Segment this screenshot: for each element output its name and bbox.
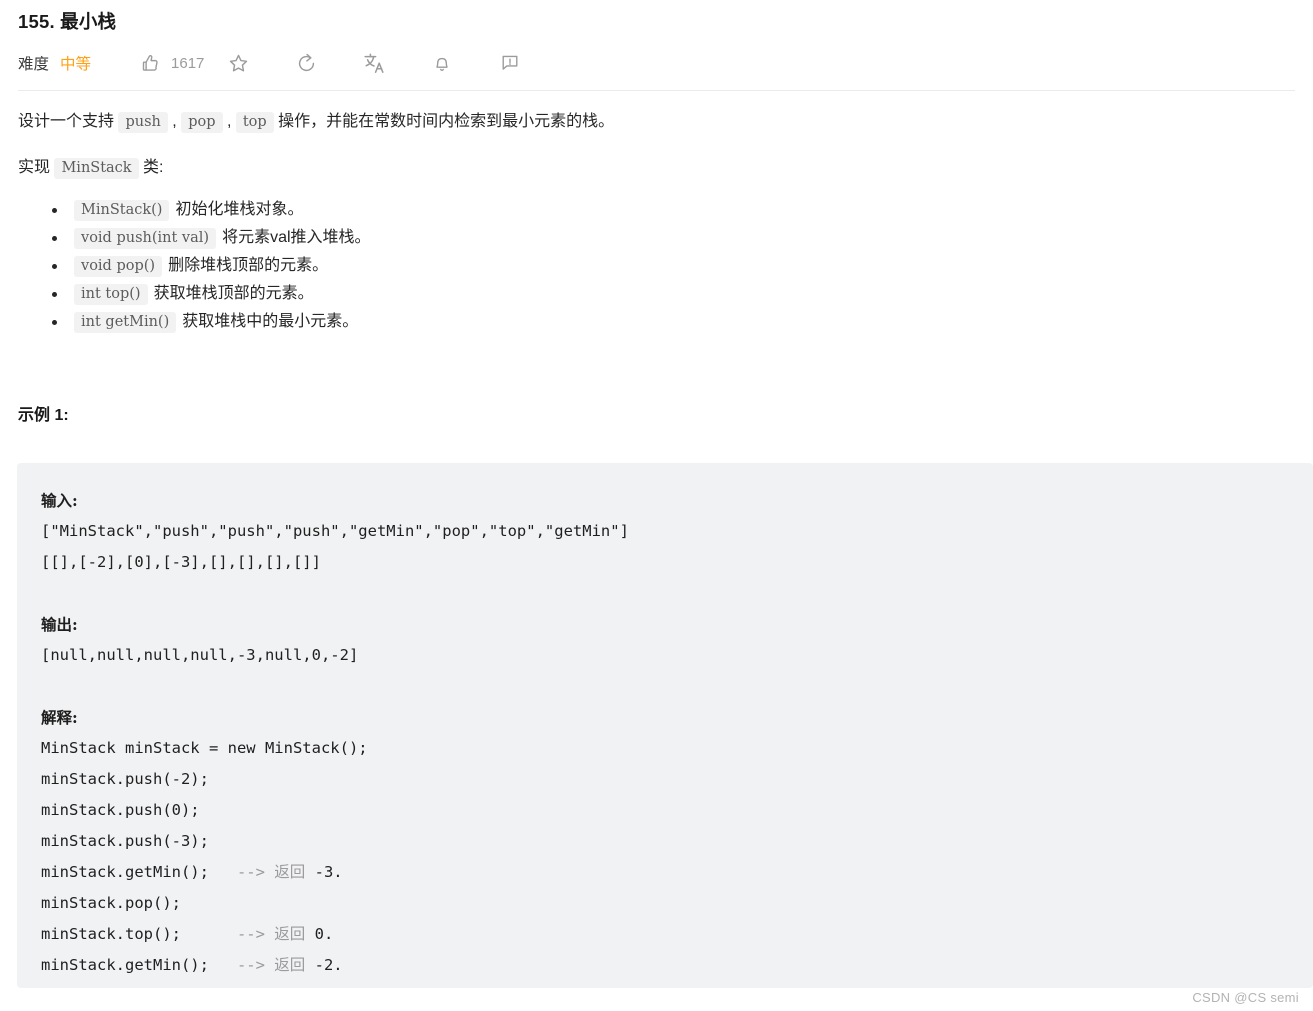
watermark: CSDN @CS semi [1192, 990, 1299, 1005]
list-item: void push(int val) 将元素val推入堆栈。 [52, 224, 1295, 252]
difficulty-value: 中等 [60, 56, 92, 73]
method-description: 初始化堆栈对象。 [175, 201, 304, 218]
title-row: 155. 最小栈 [18, 0, 1295, 38]
code-spacer [41, 671, 1313, 702]
comment-button[interactable] [476, 46, 544, 80]
translate-icon [362, 51, 386, 75]
explanation-code: minStack.push(0); [41, 801, 200, 819]
code-push: push [118, 112, 168, 133]
explanation-value: -2. [314, 956, 343, 974]
explanation-code: minStack.top(); [41, 925, 181, 943]
share-button[interactable] [272, 46, 340, 80]
explanation-line: minStack.push(-2); [41, 764, 1313, 795]
problem-header: 155. 最小栈 难度 中等 1617 [0, 0, 1313, 86]
input-label: 输入: [41, 491, 78, 510]
description-sep-2: , [222, 113, 236, 130]
explanation-line: minStack.getMin(); --> 返回 -3. [41, 857, 1313, 888]
method-signature: MinStack() [74, 200, 170, 221]
output-line: [null,null,null,null,-3,null,0,-2] [41, 646, 359, 664]
description-line-2: 实现 MinStack 类: [18, 136, 1295, 182]
implement-text-pre: 实现 [18, 159, 55, 176]
method-signature: void push(int val) [74, 228, 217, 249]
list-item: void pop() 删除堆栈顶部的元素。 [52, 252, 1295, 280]
explanation-comment: --> 返回 [208, 863, 315, 881]
explanation-value: -3. [314, 863, 343, 881]
method-signature: int getMin() [74, 312, 177, 333]
explanation-code: minStack.push(-3); [41, 832, 209, 850]
code-spacer [41, 578, 1313, 609]
explanation-value: 0. [314, 925, 334, 943]
explanation-code: minStack.getMin(); [41, 956, 209, 974]
list-item: int top() 获取堆栈顶部的元素。 [52, 280, 1295, 308]
explanation-line: minStack.push(0); [41, 795, 1313, 826]
description-text-pre: 设计一个支持 [18, 113, 119, 130]
like-button[interactable]: 1617 [138, 46, 204, 80]
difficulty-label: 难度 [18, 56, 50, 73]
explanation-code: minStack.push(-2); [41, 770, 209, 788]
notification-button[interactable] [408, 46, 476, 80]
star-icon [227, 52, 250, 75]
example-code-block: 输入: ["MinStack","push","push","push","ge… [17, 463, 1313, 988]
list-item: MinStack() 初始化堆栈对象。 [52, 196, 1295, 224]
bell-icon [431, 52, 453, 74]
favorite-button[interactable] [204, 46, 272, 80]
explanation-line: minStack.top(); --> 返回 0. [41, 919, 1313, 950]
comment-icon [499, 52, 521, 74]
method-description: 删除堆栈顶部的元素。 [168, 257, 329, 274]
explanation-comment: --> 返回 [180, 925, 315, 943]
method-signature: void pop() [74, 256, 163, 277]
explanation-label: 解释: [41, 708, 78, 727]
code-minstack: MinStack [54, 158, 139, 179]
input-line: [[],[-2],[0],[-3],[],[],[],[]] [41, 553, 321, 571]
description-line-1: 设计一个支持 push , pop , top 操作，并能在常数时间内检索到最小… [18, 91, 1295, 136]
problem-meta-row: 难度 中等 1617 [18, 40, 1295, 86]
method-description: 将元素val推入堆栈。 [222, 229, 371, 246]
translate-button[interactable] [340, 46, 408, 80]
method-list: MinStack() 初始化堆栈对象。 void push(int val) 将元素… [18, 196, 1295, 336]
code-pop: pop [181, 112, 223, 133]
explanation-code: minStack.pop(); [41, 894, 181, 912]
explanation-code: MinStack minStack = new MinStack(); [41, 739, 368, 757]
input-line: ["MinStack","push","push","push","getMin… [41, 522, 629, 540]
code-top: top [235, 112, 274, 133]
description-sep-1: , [167, 113, 182, 130]
explanation-line: minStack.push(-3); [41, 826, 1313, 857]
thumbs-up-icon [140, 53, 161, 74]
method-description: 获取堆栈顶部的元素。 [153, 285, 314, 302]
like-count: 1617 [171, 54, 205, 72]
description-text-post: 操作，并能在常数时间内检索到最小元素的栈。 [273, 113, 615, 130]
explanation-line: minStack.getMin(); --> 返回 -2. [41, 950, 1313, 981]
explanation-comment: --> 返回 [208, 956, 315, 974]
method-signature: int top() [74, 284, 148, 305]
explanation-line: MinStack minStack = new MinStack(); [41, 733, 1313, 764]
output-label: 输出: [41, 615, 78, 634]
explanation-code: minStack.getMin(); [41, 863, 209, 881]
refresh-share-icon [295, 52, 318, 75]
list-item: int getMin() 获取堆栈中的最小元素。 [52, 308, 1295, 336]
implement-text-post: 类: [138, 159, 164, 176]
problem-content: 设计一个支持 push , pop , top 操作，并能在常数时间内检索到最小… [0, 91, 1313, 425]
action-toolbar: 1617 [138, 46, 544, 80]
explanation-line: minStack.pop(); [41, 888, 1313, 919]
method-description: 获取堆栈中的最小元素。 [182, 313, 359, 330]
page-title: 155. 最小栈 [18, 11, 117, 32]
example-heading: 示例 1: [18, 407, 69, 424]
